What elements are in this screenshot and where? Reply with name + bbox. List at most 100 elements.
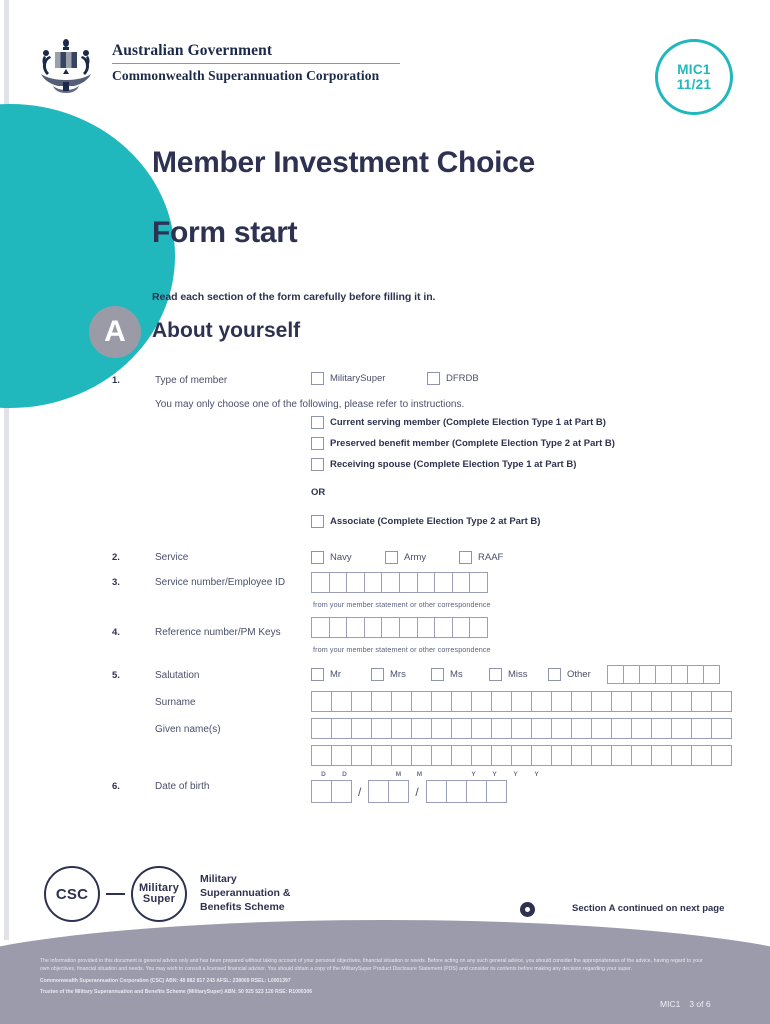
salutation-other-input-grid[interactable] (607, 665, 720, 684)
checkbox-miss[interactable]: Miss (489, 668, 528, 681)
input-cell[interactable] (351, 745, 372, 766)
checkbox-other[interactable]: Other (548, 668, 591, 681)
input-cell[interactable] (331, 718, 352, 739)
checkbox-box[interactable] (311, 416, 324, 429)
input-cell[interactable] (371, 745, 392, 766)
input-cell[interactable] (411, 745, 432, 766)
checkbox-mr[interactable]: Mr (311, 668, 341, 681)
input-cell[interactable] (691, 745, 712, 766)
input-cell[interactable] (351, 718, 372, 739)
checkbox-associate[interactable]: Associate (Complete Election Type 2 at P… (311, 515, 540, 528)
input-cell[interactable] (431, 691, 452, 712)
dob-year-grid[interactable] (425, 780, 507, 803)
input-cell[interactable] (331, 780, 352, 803)
checkbox-box[interactable] (427, 372, 440, 385)
input-cell[interactable] (639, 665, 656, 684)
checkbox-box[interactable] (311, 372, 324, 385)
input-cell[interactable] (346, 572, 365, 593)
input-cell[interactable] (469, 617, 488, 638)
input-cell[interactable] (471, 691, 492, 712)
checkbox-box[interactable] (311, 515, 324, 528)
input-cell[interactable] (434, 617, 453, 638)
input-cell[interactable] (591, 745, 612, 766)
input-cell[interactable] (711, 745, 732, 766)
input-cell[interactable] (551, 745, 572, 766)
input-cell[interactable] (471, 745, 492, 766)
input-cell[interactable] (687, 665, 704, 684)
input-cell[interactable] (328, 617, 348, 638)
input-cell[interactable] (611, 745, 632, 766)
checkbox-box[interactable] (311, 437, 324, 450)
checkbox-preserved-benefit-member[interactable]: Preserved benefit member (Complete Elect… (311, 437, 615, 450)
input-cell[interactable] (469, 572, 488, 593)
input-cell[interactable] (311, 718, 332, 739)
input-cell[interactable] (451, 691, 472, 712)
checkbox-navy[interactable]: Navy (311, 551, 352, 564)
checkbox-current-serving-member[interactable]: Current serving member (Complete Electio… (311, 416, 606, 429)
service-number-input-grid[interactable] (311, 572, 488, 593)
input-cell[interactable] (551, 691, 572, 712)
input-cell[interactable] (451, 718, 472, 739)
input-cell[interactable] (631, 691, 652, 712)
input-cell[interactable] (411, 718, 432, 739)
input-cell[interactable] (368, 780, 390, 803)
input-cell[interactable] (381, 617, 400, 638)
input-cell[interactable] (371, 691, 392, 712)
input-cell[interactable] (511, 691, 532, 712)
dob-day-grid[interactable] (311, 780, 352, 803)
input-cell[interactable] (425, 780, 447, 803)
checkbox-box[interactable] (311, 551, 324, 564)
checkbox-receiving-spouse[interactable]: Receiving spouse (Complete Election Type… (311, 458, 576, 471)
checkbox-box[interactable] (548, 668, 561, 681)
given-name-input-grid[interactable] (311, 718, 732, 739)
input-cell[interactable] (591, 718, 612, 739)
input-cell[interactable] (445, 780, 467, 803)
input-cell[interactable] (531, 691, 552, 712)
dob-month-grid[interactable] (368, 780, 410, 803)
checkbox-box[interactable] (489, 668, 502, 681)
input-cell[interactable] (651, 718, 672, 739)
input-cell[interactable] (371, 718, 392, 739)
input-cell[interactable] (551, 718, 572, 739)
input-cell[interactable] (651, 691, 672, 712)
input-cell[interactable] (691, 691, 712, 712)
input-cell[interactable] (363, 617, 383, 638)
input-cell[interactable] (431, 718, 452, 739)
input-cell[interactable] (611, 718, 632, 739)
input-cell[interactable] (328, 572, 348, 593)
input-cell[interactable] (655, 665, 672, 684)
input-cell[interactable] (711, 718, 732, 739)
input-cell[interactable] (703, 665, 720, 684)
input-cell[interactable] (485, 780, 507, 803)
input-cell[interactable] (311, 617, 330, 638)
input-cell[interactable] (311, 691, 332, 712)
input-cell[interactable] (363, 572, 383, 593)
input-cell[interactable] (631, 745, 652, 766)
input-cell[interactable] (381, 572, 400, 593)
input-cell[interactable] (591, 691, 612, 712)
checkbox-ms[interactable]: Ms (431, 668, 463, 681)
input-cell[interactable] (671, 691, 692, 712)
input-cell[interactable] (416, 617, 436, 638)
input-cell[interactable] (431, 745, 452, 766)
checkbox-box[interactable] (311, 458, 324, 471)
input-cell[interactable] (331, 745, 352, 766)
input-cell[interactable] (451, 572, 471, 593)
checkbox-militarysuper[interactable]: MilitarySuper (311, 372, 385, 385)
input-cell[interactable] (571, 745, 592, 766)
input-cell[interactable] (711, 691, 732, 712)
input-cell[interactable] (631, 718, 652, 739)
input-cell[interactable] (391, 691, 412, 712)
input-cell[interactable] (311, 780, 332, 803)
input-cell[interactable] (398, 572, 418, 593)
checkbox-mrs[interactable]: Mrs (371, 668, 406, 681)
input-cell[interactable] (491, 718, 512, 739)
reference-number-input-grid[interactable] (311, 617, 488, 638)
input-cell[interactable] (416, 572, 436, 593)
input-cell[interactable] (465, 780, 487, 803)
input-cell[interactable] (331, 691, 352, 712)
input-cell[interactable] (391, 718, 412, 739)
date-of-birth-input[interactable]: / / (311, 780, 507, 803)
input-cell[interactable] (411, 691, 432, 712)
input-cell[interactable] (451, 617, 471, 638)
